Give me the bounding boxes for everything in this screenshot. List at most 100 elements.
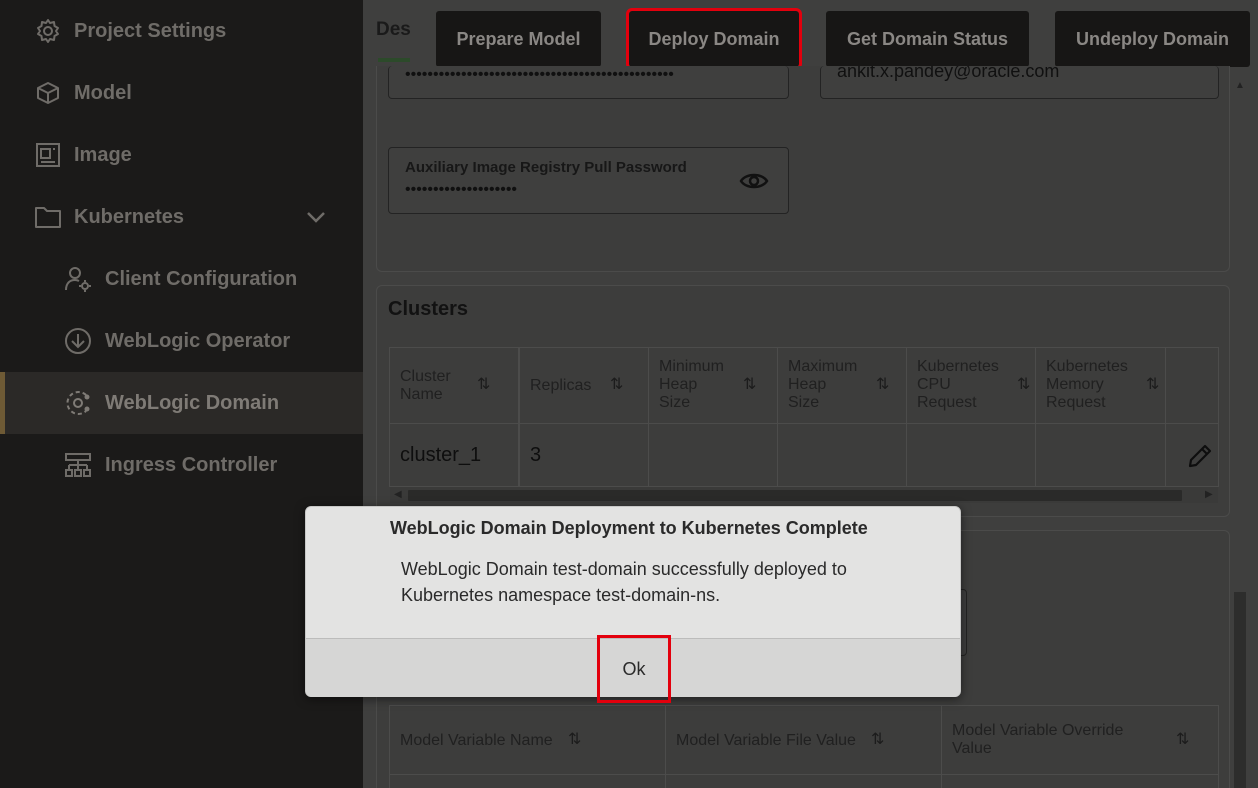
cube-icon bbox=[34, 79, 62, 107]
table-cell-max-heap bbox=[777, 423, 907, 487]
image-icon bbox=[34, 141, 62, 169]
sort-icon[interactable]: ⇅ bbox=[568, 731, 581, 749]
scroll-left-icon[interactable]: ◀ bbox=[394, 489, 402, 500]
column-header-min-heap[interactable]: Minimum Heap Size ⇅ bbox=[648, 347, 778, 424]
column-header-replicas[interactable]: Replicas ⇅ bbox=[519, 347, 649, 424]
sort-icon[interactable]: ⇅ bbox=[477, 376, 490, 394]
header-line: Heap bbox=[788, 376, 827, 393]
aux-image-pull-password-field[interactable]: Auxiliary Image Registry Pull Password •… bbox=[388, 147, 789, 214]
sidebar-item-ingress-controller[interactable]: Ingress Controller bbox=[0, 434, 363, 496]
cell-text: cluster_1 bbox=[400, 444, 482, 466]
deploy-domain-button[interactable]: Deploy Domain bbox=[626, 8, 802, 70]
undeploy-domain-button[interactable]: Undeploy Domain bbox=[1055, 11, 1250, 67]
sidebar-item-label: Project Settings bbox=[74, 19, 227, 42]
tab-underline bbox=[378, 58, 410, 62]
sort-icon[interactable]: ⇅ bbox=[610, 376, 623, 394]
sidebar-item-image[interactable]: Image bbox=[0, 124, 363, 186]
table-row bbox=[941, 774, 1219, 788]
sidebar-item-weblogic-operator[interactable]: WebLogic Operator bbox=[0, 310, 363, 372]
sidebar-item-label: Kubernetes bbox=[74, 205, 185, 228]
table-row bbox=[389, 774, 666, 788]
email-value: ankit.x.pandey@oracle.com bbox=[837, 66, 1060, 81]
password-value: ••••••••••••••••••••••••••••••••••••••••… bbox=[405, 66, 674, 83]
table-cell-cluster-name: cluster_1 bbox=[389, 423, 519, 487]
scrollbar-thumb[interactable] bbox=[1234, 592, 1246, 788]
column-header-cpu-request[interactable]: Kubernetes CPU Request ⇅ bbox=[906, 347, 1036, 424]
prepare-model-button[interactable]: Prepare Model bbox=[436, 11, 601, 67]
sort-icon[interactable]: ⇅ bbox=[743, 376, 756, 394]
get-domain-status-button[interactable]: Get Domain Status bbox=[826, 11, 1029, 67]
header-line: Cluster bbox=[400, 368, 451, 385]
header-line: Memory bbox=[1046, 376, 1104, 393]
header-line: Model Variable File Value bbox=[676, 732, 856, 749]
ok-button[interactable]: Ok bbox=[597, 635, 671, 703]
clusters-title: Clusters bbox=[388, 298, 469, 320]
header-line: Kubernetes bbox=[1046, 358, 1128, 375]
sidebar-item-kubernetes[interactable]: Kubernetes bbox=[0, 186, 363, 248]
table-cell-actions bbox=[1165, 423, 1219, 487]
sort-icon[interactable]: ⇅ bbox=[1146, 376, 1159, 394]
dialog-title: WebLogic Domain Deployment to Kubernetes… bbox=[390, 518, 868, 538]
cell-text: 3 bbox=[530, 444, 542, 466]
download-circle-icon bbox=[64, 327, 92, 355]
header-line: Heap bbox=[659, 376, 698, 393]
horizontal-scrollbar[interactable]: ◀ ▶ bbox=[390, 487, 1218, 503]
user-gear-icon bbox=[64, 265, 92, 293]
sidebar-item-label: Ingress Controller bbox=[105, 453, 278, 476]
field-label: Auxiliary Image Registry Pull Password bbox=[405, 159, 687, 176]
email-field[interactable]: ankit.x.pandey@oracle.com bbox=[820, 66, 1219, 99]
header-line: Kubernetes bbox=[917, 358, 999, 375]
tab-design[interactable]: Des bbox=[376, 19, 411, 41]
sidebar-item-client-configuration[interactable]: Client Configuration bbox=[0, 248, 363, 310]
scrollbar-thumb[interactable] bbox=[408, 490, 1182, 501]
header-line: Maximum bbox=[788, 358, 858, 375]
header-line: CPU bbox=[917, 376, 951, 393]
sidebar-item-label: Client Configuration bbox=[105, 267, 298, 290]
header-line: Name bbox=[400, 386, 443, 403]
sort-icon[interactable]: ⇅ bbox=[1176, 731, 1189, 749]
column-header-override-value[interactable]: Model Variable Override Value ⇅ bbox=[941, 705, 1219, 775]
table-cell-min-heap bbox=[648, 423, 778, 487]
sidebar-item-label: WebLogic Operator bbox=[105, 329, 291, 352]
header-line: Size bbox=[659, 394, 691, 411]
scroll-up-icon[interactable]: ▲ bbox=[1235, 80, 1245, 91]
header-line: Model Variable Name bbox=[400, 732, 553, 749]
column-header-max-heap[interactable]: Maximum Heap Size ⇅ bbox=[777, 347, 907, 424]
table-row bbox=[665, 774, 942, 788]
table-cell-cpu-request bbox=[906, 423, 1036, 487]
sidebar-item-label: WebLogic Domain bbox=[105, 391, 280, 414]
sidebar-item-label: Image bbox=[74, 143, 132, 166]
header-line: Minimum bbox=[659, 358, 724, 375]
table-cell-memory-request bbox=[1035, 423, 1166, 487]
header-line: Model Variable Override Value bbox=[952, 722, 1124, 757]
sidebar-item-project-settings[interactable]: Project Settings bbox=[0, 0, 363, 62]
table-cell-replicas: 3 bbox=[519, 423, 649, 487]
header-line: Request bbox=[917, 394, 977, 411]
pencil-icon[interactable] bbox=[1186, 442, 1214, 476]
gear-icon bbox=[34, 17, 62, 45]
column-header-variable-name[interactable]: Model Variable Name ⇅ bbox=[389, 705, 666, 775]
scroll-right-icon[interactable]: ▶ bbox=[1205, 489, 1213, 500]
column-header-actions bbox=[1165, 347, 1219, 424]
deployment-complete-dialog: WebLogic Domain Deployment to Kubernetes… bbox=[305, 506, 961, 703]
sort-icon[interactable]: ⇅ bbox=[1017, 376, 1030, 394]
header-line: Size bbox=[788, 394, 820, 411]
column-header-file-value[interactable]: Model Variable File Value ⇅ bbox=[665, 705, 942, 775]
sidebar-item-weblogic-domain[interactable]: WebLogic Domain bbox=[0, 372, 363, 434]
column-header-memory-request[interactable]: Kubernetes Memory Request ⇅ bbox=[1035, 347, 1166, 424]
sort-icon[interactable]: ⇅ bbox=[871, 731, 884, 749]
password-field[interactable]: ••••••••••••••••••••••••••••••••••••••••… bbox=[388, 66, 789, 99]
domain-icon bbox=[64, 389, 92, 417]
vertical-scrollbar[interactable]: ▲ bbox=[1232, 80, 1248, 788]
column-header-cluster-name[interactable]: Cluster Name ⇅ bbox=[389, 347, 519, 424]
sort-icon[interactable]: ⇅ bbox=[876, 376, 889, 394]
folder-icon bbox=[34, 203, 62, 231]
sidebar-item-model[interactable]: Model bbox=[0, 62, 363, 124]
chevron-down-icon[interactable] bbox=[305, 208, 327, 226]
header-line: Replicas bbox=[530, 377, 592, 394]
header-line: Request bbox=[1046, 394, 1106, 411]
eye-icon[interactable] bbox=[739, 168, 769, 199]
dialog-message: WebLogic Domain test-domain successfully… bbox=[401, 559, 847, 605]
field-value: •••••••••••••••••••• bbox=[405, 181, 518, 198]
network-icon bbox=[64, 451, 92, 479]
